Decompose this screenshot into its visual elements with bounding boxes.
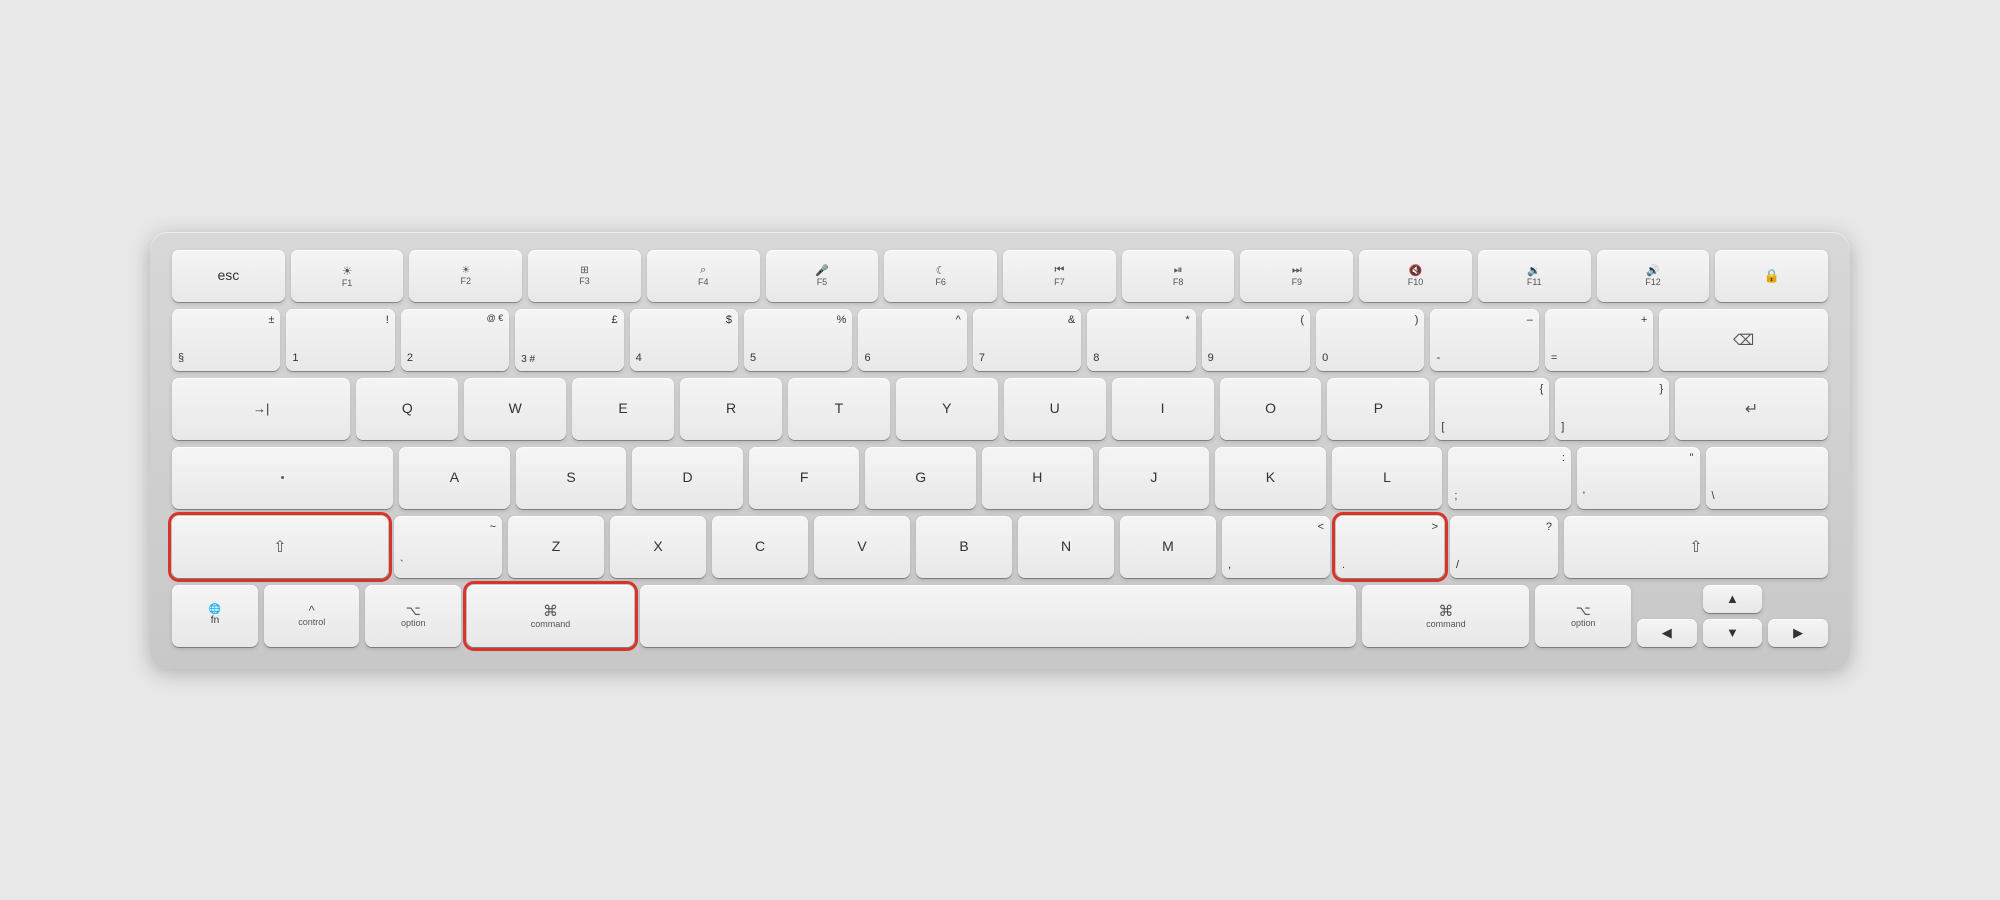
key-7[interactable]: & 7: [973, 309, 1081, 371]
arrow-cluster: ▲ ◀ ▼ ▶: [1637, 585, 1828, 647]
key-f5[interactable]: 🎤 F5: [766, 250, 879, 302]
key-shift-left[interactable]: ⇧: [172, 516, 388, 578]
key-d[interactable]: D: [632, 447, 743, 509]
key-f3[interactable]: ⊞ F3: [528, 250, 641, 302]
key-shift-right[interactable]: ⇧: [1564, 516, 1828, 578]
key-return[interactable]: ↵: [1675, 378, 1828, 440]
key-q[interactable]: Q: [356, 378, 458, 440]
key-9[interactable]: ( 9: [1202, 309, 1310, 371]
key-capslock[interactable]: •: [172, 447, 393, 509]
key-arrow-left[interactable]: ◀: [1637, 619, 1697, 647]
key-6[interactable]: ^ 6: [858, 309, 966, 371]
key-y[interactable]: Y: [896, 378, 998, 440]
key-a[interactable]: A: [399, 447, 510, 509]
key-r[interactable]: R: [680, 378, 782, 440]
key-h[interactable]: H: [982, 447, 1093, 509]
key-8[interactable]: * 8: [1087, 309, 1195, 371]
key-f10[interactable]: 🔇 F10: [1359, 250, 1472, 302]
key-option-left[interactable]: ⌥ option: [365, 585, 461, 647]
key-0[interactable]: ) 0: [1316, 309, 1424, 371]
key-f6[interactable]: ☾ F6: [884, 250, 997, 302]
asdf-row: • A S D F G H J K L : ;: [172, 447, 1828, 509]
key-e[interactable]: E: [572, 378, 674, 440]
key-f1[interactable]: ☀ F1: [291, 250, 404, 302]
qwerty-row: →| Q W E R T Y U I O P {: [172, 378, 1828, 440]
key-tab[interactable]: →|: [172, 378, 350, 440]
key-backtick[interactable]: ~ `: [394, 516, 502, 578]
key-c[interactable]: C: [712, 516, 808, 578]
key-minus[interactable]: – -: [1430, 309, 1538, 371]
zxcv-row: ⇧ ~ ` Z X C V B N M < , >: [172, 516, 1828, 578]
key-equals[interactable]: + =: [1545, 309, 1653, 371]
key-arrow-down[interactable]: ▼: [1703, 619, 1763, 647]
key-backslash[interactable]: \: [1706, 447, 1829, 509]
key-w[interactable]: W: [464, 378, 566, 440]
key-u[interactable]: U: [1004, 378, 1106, 440]
key-spacebar[interactable]: [640, 585, 1356, 647]
keyboard: esc ☀ F1 ☀ F2 ⊞ F3 ⌕ F4 🎤 F5 ☾ F6 ⏮ F7: [150, 232, 1850, 669]
key-m[interactable]: M: [1120, 516, 1216, 578]
key-esc[interactable]: esc: [172, 250, 285, 302]
bottom-row: 🌐 fn ^ control ⌥ option ⌘ command ⌘ comm…: [172, 585, 1828, 647]
key-semicolon[interactable]: : ;: [1448, 447, 1571, 509]
key-slash[interactable]: ? /: [1450, 516, 1558, 578]
key-lock[interactable]: 🔒: [1715, 250, 1828, 302]
key-3[interactable]: £ 3 #: [515, 309, 623, 371]
key-command-left[interactable]: ⌘ command: [467, 585, 634, 647]
key-f2[interactable]: ☀ F2: [409, 250, 522, 302]
key-t[interactable]: T: [788, 378, 890, 440]
key-comma[interactable]: < ,: [1222, 516, 1330, 578]
key-j[interactable]: J: [1099, 447, 1210, 509]
key-4[interactable]: $ 4: [630, 309, 738, 371]
key-delete[interactable]: ⌫: [1659, 309, 1828, 371]
key-period[interactable]: > .: [1336, 516, 1444, 578]
key-f4[interactable]: ⌕ F4: [647, 250, 760, 302]
key-f11[interactable]: 🔉 F11: [1478, 250, 1591, 302]
key-s[interactable]: S: [516, 447, 627, 509]
key-f8[interactable]: ⏯ F8: [1122, 250, 1235, 302]
key-v[interactable]: V: [814, 516, 910, 578]
number-row: ± § ! 1 @ € 2 £ 3 # $ 4 % 5 ^ 6 & 7: [172, 309, 1828, 371]
key-lbracket[interactable]: { [: [1435, 378, 1549, 440]
key-5[interactable]: % 5: [744, 309, 852, 371]
key-fn[interactable]: 🌐 fn: [172, 585, 258, 647]
key-o[interactable]: O: [1220, 378, 1322, 440]
key-k[interactable]: K: [1215, 447, 1326, 509]
key-p[interactable]: P: [1327, 378, 1429, 440]
key-2[interactable]: @ € 2: [401, 309, 509, 371]
key-1[interactable]: ! 1: [286, 309, 394, 371]
key-f9[interactable]: ⏭ F9: [1240, 250, 1353, 302]
key-x[interactable]: X: [610, 516, 706, 578]
key-arrow-up[interactable]: ▲: [1703, 585, 1763, 613]
fn-row: esc ☀ F1 ☀ F2 ⊞ F3 ⌕ F4 🎤 F5 ☾ F6 ⏮ F7: [172, 250, 1828, 302]
key-f7[interactable]: ⏮ F7: [1003, 250, 1116, 302]
key-control[interactable]: ^ control: [264, 585, 360, 647]
key-b[interactable]: B: [916, 516, 1012, 578]
key-z[interactable]: Z: [508, 516, 604, 578]
key-option-right[interactable]: ⌥ option: [1535, 585, 1631, 647]
key-section[interactable]: ± §: [172, 309, 280, 371]
key-l[interactable]: L: [1332, 447, 1443, 509]
key-command-right[interactable]: ⌘ command: [1362, 585, 1529, 647]
key-g[interactable]: G: [865, 447, 976, 509]
key-arrow-right[interactable]: ▶: [1768, 619, 1828, 647]
key-i[interactable]: I: [1112, 378, 1214, 440]
key-f[interactable]: F: [749, 447, 860, 509]
key-f12[interactable]: 🔊 F12: [1597, 250, 1710, 302]
key-n[interactable]: N: [1018, 516, 1114, 578]
key-rbracket[interactable]: } ]: [1555, 378, 1669, 440]
key-quote[interactable]: " ': [1577, 447, 1700, 509]
